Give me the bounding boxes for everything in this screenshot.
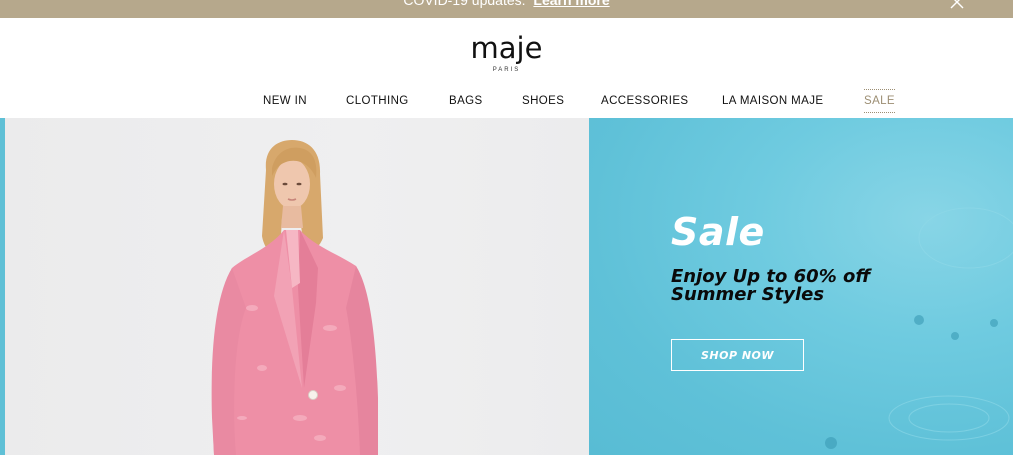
promo-text: COVID-19 updates. — [403, 0, 526, 8]
hero-model-image[interactable] — [0, 118, 589, 455]
sale-subheading-line-2: Summer Styles — [671, 284, 825, 305]
brand-logo[interactable]: maje PARIS — [0, 32, 1013, 74]
sale-heading: Sale — [671, 210, 765, 254]
nav-sale[interactable]: SALE — [864, 89, 896, 113]
learn-more-link[interactable]: Learn more — [533, 0, 609, 8]
sale-subheading: Enjoy Up to 60% off Summer Styles — [671, 268, 991, 304]
nav-accessories[interactable]: ACCESSORIES — [601, 94, 688, 108]
brand-name: maje — [470, 31, 543, 65]
main-nav: NEW IN CLOTHING BAGS SHOES ACCESSORIES L… — [0, 89, 1013, 113]
nav-clothing[interactable]: CLOTHING — [346, 94, 409, 108]
promo-bar: COVID-19 updates. Learn more — [0, 0, 1013, 18]
nav-bags[interactable]: BAGS — [449, 94, 483, 108]
promo-message: COVID-19 updates. Learn more — [0, 0, 1013, 9]
nav-new-in[interactable]: NEW IN — [263, 94, 307, 108]
hero-banner: Sale Enjoy Up to 60% off Summer Styles S… — [0, 118, 1013, 455]
brand-tagline: PARIS — [492, 67, 521, 73]
close-icon[interactable] — [948, 0, 966, 11]
shop-now-button[interactable]: SHOP NOW — [671, 339, 804, 371]
nav-shoes[interactable]: SHOES — [522, 94, 564, 108]
nav-la-maison-maje[interactable]: LA MAISON MAJE — [722, 94, 823, 108]
sale-promo-panel: Sale Enjoy Up to 60% off Summer Styles S… — [589, 118, 1013, 455]
